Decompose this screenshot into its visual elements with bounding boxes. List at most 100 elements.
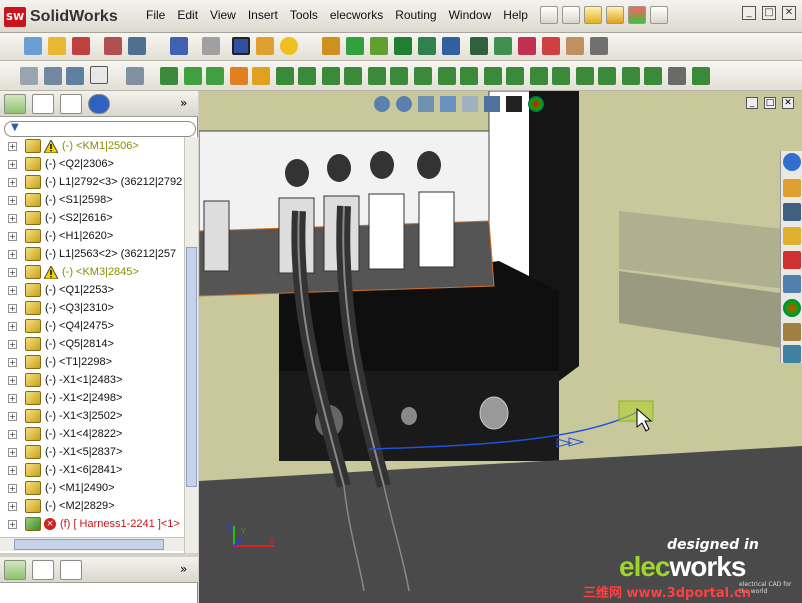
route-fitting-icon[interactable] xyxy=(230,67,248,85)
property-manager-tab-bottom-icon[interactable] xyxy=(32,560,54,580)
electrical-tool-3-icon[interactable] xyxy=(370,37,388,55)
tree-item[interactable]: + (-) -X1<2|2498> xyxy=(0,389,183,407)
traffic-light-icon[interactable] xyxy=(628,6,646,24)
expand-icon[interactable]: + xyxy=(8,375,17,385)
tree-filter-input[interactable]: ▼ xyxy=(4,121,196,137)
tree-item[interactable]: + (-) <M1|2490> xyxy=(0,479,183,497)
electrical-tool-7-icon[interactable] xyxy=(470,37,488,55)
panel-expand-bottom-icon[interactable]: » xyxy=(180,562,187,576)
close-icon[interactable]: ✕ xyxy=(782,6,796,20)
configuration-manager-tab-bottom-icon[interactable] xyxy=(60,560,82,580)
hscroll-thumb[interactable] xyxy=(14,539,164,550)
route-1-icon[interactable] xyxy=(298,67,316,85)
new-document-icon[interactable] xyxy=(562,6,580,24)
menu-view[interactable]: View xyxy=(204,8,242,22)
route-spline-icon[interactable] xyxy=(206,67,224,85)
expand-icon[interactable]: + xyxy=(8,267,17,277)
expand-icon[interactable]: + xyxy=(8,357,17,367)
tree-item[interactable]: + (-) <S1|2598> xyxy=(0,191,183,209)
electrical-tool-9-icon[interactable] xyxy=(518,37,536,55)
section-view-icon[interactable] xyxy=(440,96,456,112)
route-15-icon[interactable] xyxy=(622,67,640,85)
tree-item[interactable]: + (-) <M2|2829> xyxy=(0,497,183,515)
electrical-tool-12-icon[interactable] xyxy=(590,37,608,55)
select-arrow-icon[interactable] xyxy=(90,66,108,84)
design-library-icon[interactable] xyxy=(783,203,801,221)
property-manager-tab-icon[interactable] xyxy=(32,94,54,114)
menu-file[interactable]: File xyxy=(140,8,171,22)
expand-icon[interactable]: + xyxy=(8,285,17,295)
expand-icon[interactable]: + xyxy=(8,321,17,331)
expand-icon[interactable]: + xyxy=(8,501,17,511)
home-icon[interactable] xyxy=(783,179,801,197)
shaded-icon[interactable] xyxy=(256,37,274,55)
display-style-icon[interactable] xyxy=(232,37,250,55)
route-point-icon[interactable] xyxy=(160,67,178,85)
route-11-icon[interactable] xyxy=(530,67,548,85)
expand-icon[interactable]: + xyxy=(8,429,17,439)
electrical-tool-8-icon[interactable] xyxy=(494,37,512,55)
tree-horizontal-scrollbar[interactable] xyxy=(0,537,184,551)
menu-tools[interactable]: Tools xyxy=(284,8,324,22)
expand-icon[interactable]: + xyxy=(8,519,17,529)
expand-icon[interactable]: + xyxy=(8,177,17,187)
route-2-icon[interactable] xyxy=(322,67,340,85)
tree-item[interactable]: + (-) <Q2|2306> xyxy=(0,155,183,173)
file-explorer-icon[interactable] xyxy=(783,227,801,245)
scroll-thumb[interactable] xyxy=(186,247,197,487)
filter-icon[interactable] xyxy=(20,67,38,85)
tree-item[interactable]: + × (f) [ Harness1-2241 ]<1> xyxy=(0,515,183,533)
search-icon[interactable] xyxy=(783,251,801,269)
insert-component-icon[interactable] xyxy=(24,37,42,55)
route-clip-icon[interactable] xyxy=(252,67,270,85)
expand-icon[interactable]: + xyxy=(8,393,17,403)
route-3-icon[interactable] xyxy=(344,67,362,85)
electrical-tool-5-icon[interactable] xyxy=(418,37,436,55)
tree-item[interactable]: + (-) <Q5|2814> xyxy=(0,335,183,353)
expand-icon[interactable]: + xyxy=(8,483,17,493)
tree-item[interactable]: + (-) <H1|2620> xyxy=(0,227,183,245)
expand-icon[interactable]: + xyxy=(8,465,17,475)
elecworks-pane-icon[interactable] xyxy=(783,345,801,363)
move-component-icon[interactable] xyxy=(72,37,90,55)
display-style-icon[interactable] xyxy=(484,96,500,112)
tree-item[interactable]: + (-) -X1<4|2822> xyxy=(0,425,183,443)
expand-icon[interactable]: + xyxy=(8,303,17,313)
route-16-icon[interactable] xyxy=(644,67,662,85)
graphics-viewport[interactable]: Z Y X _ □ ✕ designed in elecworks electr… xyxy=(199,91,802,603)
expand-icon[interactable]: + xyxy=(8,195,17,205)
route-18-icon[interactable] xyxy=(692,67,710,85)
tree-item[interactable]: + (-) <S2|2616> xyxy=(0,209,183,227)
help-icon[interactable] xyxy=(650,6,668,24)
tree-item[interactable]: + (-) L1|2563<2> (36212|257 xyxy=(0,245,183,263)
expand-icon[interactable]: + xyxy=(8,249,17,259)
route-17-icon[interactable] xyxy=(668,67,686,85)
funnel-icon[interactable]: ▼ xyxy=(11,122,19,133)
expand-icon[interactable]: + xyxy=(8,213,17,223)
viewport-close-icon[interactable]: ✕ xyxy=(782,97,794,109)
section-view-icon[interactable] xyxy=(280,37,298,55)
route-4-icon[interactable] xyxy=(368,67,386,85)
route-7-icon[interactable] xyxy=(438,67,456,85)
route-segment-icon[interactable] xyxy=(184,67,202,85)
tree-item[interactable]: + (-) L1|2792<3> (36212|2792 xyxy=(0,173,183,191)
tree-item[interactable]: + (-) <Q4|2475> xyxy=(0,317,183,335)
feature-manager-tab-icon[interactable] xyxy=(4,94,26,114)
pin-icon[interactable] xyxy=(540,6,558,24)
menu-elecworks[interactable]: elecworks xyxy=(324,8,389,22)
menu-window[interactable]: Window xyxy=(443,8,498,22)
route-6-icon[interactable] xyxy=(414,67,432,85)
expand-icon[interactable]: + xyxy=(8,231,17,241)
menu-edit[interactable]: Edit xyxy=(171,8,204,22)
viewport-minimize-icon[interactable]: _ xyxy=(746,97,758,109)
tree-item[interactable]: + (-) <KM3|2845> xyxy=(0,263,183,281)
smart-fasteners-icon[interactable] xyxy=(128,37,146,55)
menu-insert[interactable]: Insert xyxy=(242,8,284,22)
tree-item[interactable]: + (-) -X1<1|2483> xyxy=(0,371,183,389)
open-folder-icon[interactable] xyxy=(584,6,602,24)
menu-help[interactable]: Help xyxy=(497,8,534,22)
appearances-icon[interactable] xyxy=(783,299,801,317)
rotate-component-icon[interactable] xyxy=(104,37,122,55)
tree-item[interactable]: + (-) <T1|2298> xyxy=(0,353,183,371)
route-14-icon[interactable] xyxy=(598,67,616,85)
